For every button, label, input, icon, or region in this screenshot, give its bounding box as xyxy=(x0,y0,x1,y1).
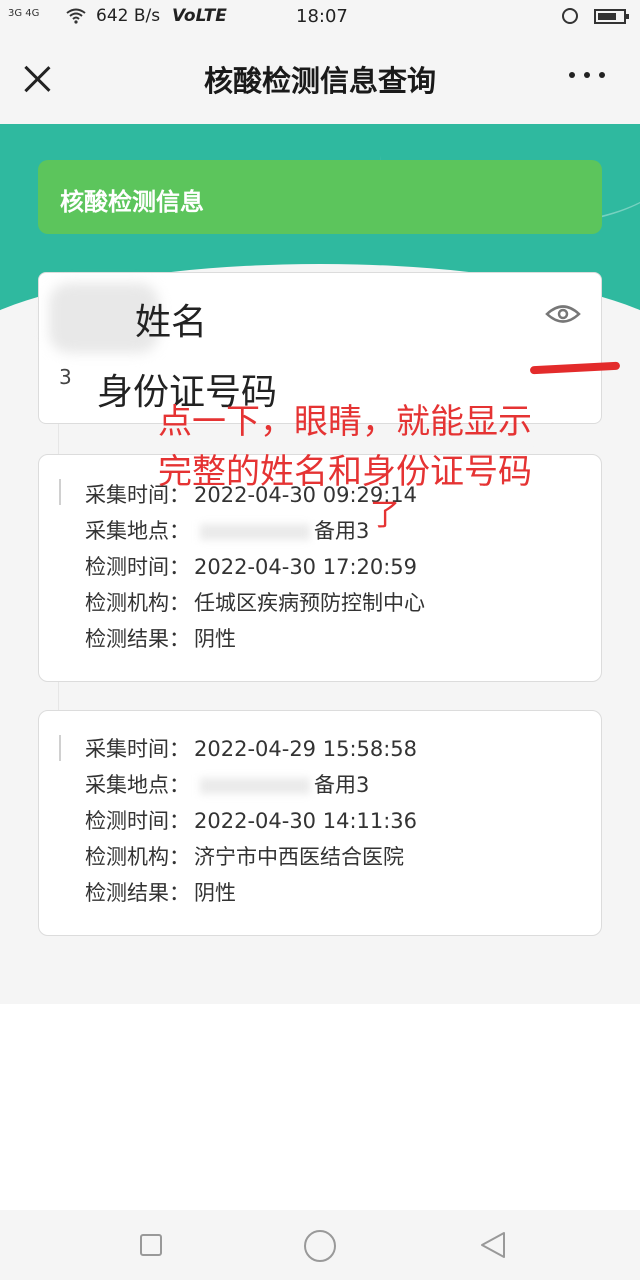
recent-apps-icon[interactable] xyxy=(140,1234,162,1256)
field-value: 2022-04-29 15:58:58 xyxy=(194,737,418,761)
field-label: 检测时间： xyxy=(85,809,190,833)
system-nav-bar xyxy=(0,1210,640,1280)
dot xyxy=(599,72,605,78)
field-label: 采集地点： xyxy=(85,773,190,797)
page-title: 核酸检测信息查询 xyxy=(203,64,436,98)
section-title: 核酸检测信息 xyxy=(60,188,204,216)
timeline-tick xyxy=(59,479,61,505)
clock: 18:07 xyxy=(296,6,348,27)
battery-icon xyxy=(594,9,629,24)
field-value: 任城区疾病预防控制中心 xyxy=(194,591,425,615)
eye-icon[interactable] xyxy=(545,299,581,329)
rotation-lock-icon xyxy=(562,8,578,24)
back-icon[interactable] xyxy=(478,1230,508,1260)
test-time-row: 检测时间： 2022-04-30 14:11:36 xyxy=(85,805,417,835)
home-icon[interactable] xyxy=(304,1230,336,1262)
person-name: 姓名 xyxy=(135,302,208,343)
timeline-tick xyxy=(59,735,61,761)
collection-site-row: 采集地点： 备用3 xyxy=(85,515,369,545)
title-bar: 核酸检测信息查询 xyxy=(0,34,640,124)
field-label: 检测机构： xyxy=(85,591,190,615)
field-label: 检测时间： xyxy=(85,555,190,579)
annotation-line-1: 点一下，眼睛，就能显示 xyxy=(158,402,532,442)
field-label: 检测结果： xyxy=(85,881,190,905)
annotation-tail: 了 xyxy=(370,498,400,533)
field-value: 阴性 xyxy=(194,627,236,651)
test-institution-row: 检测机构： 济宁市中西医结合医院 xyxy=(85,841,404,871)
field-value: 阴性 xyxy=(194,881,236,905)
field-label: 检测结果： xyxy=(85,627,190,651)
annotation-line-2: 完整的姓名和身份证号码 xyxy=(158,452,532,492)
field-label: 采集地点： xyxy=(85,519,190,543)
collection-time-row: 采集时间： 2022-04-29 15:58:58 xyxy=(85,733,417,763)
network-speed: 642 B/s xyxy=(96,6,161,26)
field-label: 检测机构： xyxy=(85,845,190,869)
more-options-icon[interactable] xyxy=(567,68,607,80)
dot xyxy=(569,72,575,78)
field-value: 济宁市中西医结合医院 xyxy=(194,845,404,869)
test-result-row: 检测结果： 阴性 xyxy=(85,877,236,907)
id-prefix: 3 xyxy=(59,365,72,389)
field-label: 采集时间： xyxy=(85,737,190,761)
section-header: 核酸检测信息 xyxy=(38,160,602,234)
collection-site-row: 采集地点： 备用3 xyxy=(85,769,369,799)
test-time-row: 检测时间： 2022-04-30 17:20:59 xyxy=(85,551,417,581)
dot xyxy=(584,72,590,78)
field-value: 备用3 xyxy=(314,519,370,543)
signal-icon: 3G 4G xyxy=(8,8,40,19)
content-area: 核酸检测信息 姓名 3 身份证号码 采集时间： 2022-04-30 09:29:… xyxy=(0,124,640,1004)
field-value: 备用3 xyxy=(314,773,370,797)
wifi-icon xyxy=(66,8,86,24)
volte-label: VoLTE xyxy=(172,6,227,26)
status-bar: 3G 4G 642 B/s VoLTE 18:07 xyxy=(0,0,640,34)
redacted-value xyxy=(200,524,310,540)
test-record-card: 采集时间： 2022-04-29 15:58:58 采集地点： 备用3 检测时间： 2… xyxy=(38,710,602,936)
redacted-value xyxy=(200,778,310,794)
field-value: 2022-04-30 14:11:36 xyxy=(194,809,418,833)
field-value: 2022-04-30 17:20:59 xyxy=(194,555,418,579)
test-result-row: 检测结果： 阴性 xyxy=(85,623,236,653)
test-institution-row: 检测机构： 任城区疾病预防控制中心 xyxy=(85,587,425,617)
